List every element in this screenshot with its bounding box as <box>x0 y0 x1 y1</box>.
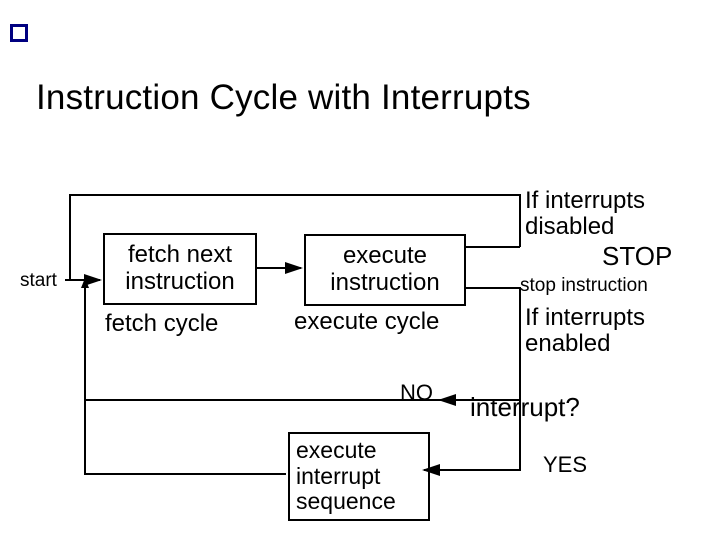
stop-label: STOP <box>602 241 672 272</box>
interrupt-question-label: interrupt? <box>470 392 580 423</box>
slide: Instruction Cycle with Interrupts start … <box>0 0 720 540</box>
no-label: NO <box>400 380 433 406</box>
if-interrupts-enabled-label: If interrupts enabled <box>525 305 645 358</box>
start-label: start <box>20 270 57 292</box>
stop-instruction-label: stop instruction <box>520 275 648 297</box>
execute-instruction-box: execute instruction <box>304 234 466 306</box>
execute-interrupt-sequence-box: execute interrupt sequence <box>288 432 430 521</box>
fetch-instruction-box: fetch next instruction <box>103 233 257 305</box>
execute-cycle-label: execute cycle <box>294 308 439 336</box>
fetch-cycle-label: fetch cycle <box>105 310 218 338</box>
title-bullet-icon <box>10 24 28 42</box>
slide-title: Instruction Cycle with Interrupts <box>36 78 531 118</box>
if-interrupts-disabled-label: If interrupts disabled <box>525 188 645 241</box>
yes-label: YES <box>543 452 587 478</box>
